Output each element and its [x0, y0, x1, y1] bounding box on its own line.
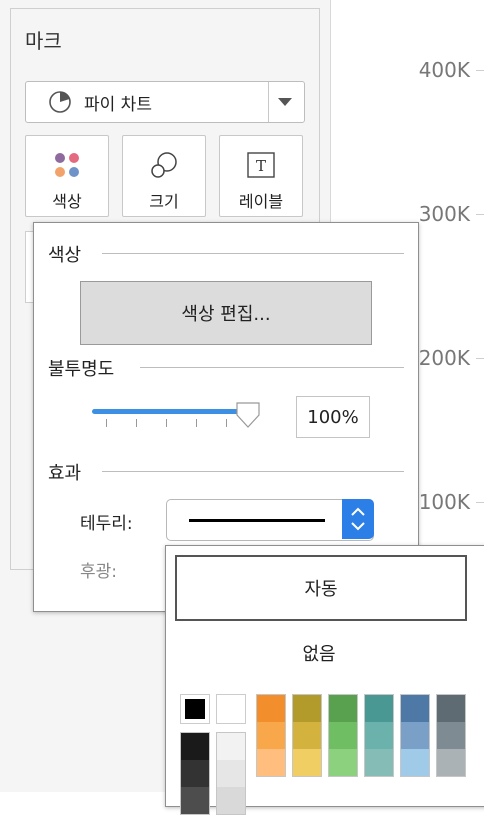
axis-tick-label: 400K [418, 58, 470, 82]
svg-text:T: T [256, 157, 266, 175]
color-swatch[interactable] [181, 760, 209, 787]
size-property-label: 크기 [149, 192, 179, 211]
updown-chevron-icon[interactable] [342, 499, 374, 539]
color-swatch[interactable] [401, 695, 429, 722]
orange-color-column[interactable] [256, 694, 286, 777]
mark-type-dropdown[interactable]: 파이 차트 [25, 81, 305, 123]
axis-tick-label: 300K [418, 202, 470, 226]
axis-tick-label: 200K [418, 346, 470, 370]
slider-tick [196, 419, 197, 427]
opacity-slider-thumb[interactable] [234, 401, 262, 433]
opacity-slider-track[interactable] [92, 409, 248, 414]
section-divider [140, 367, 404, 368]
size-property-button[interactable]: 크기 [122, 135, 206, 217]
color-dots-icon [26, 150, 108, 180]
section-divider [102, 253, 404, 254]
color-property-label: 색상 [52, 192, 82, 211]
gray-color-column[interactable] [180, 732, 210, 815]
color-swatch[interactable] [293, 722, 321, 749]
label-property-label: 레이블 [238, 192, 284, 211]
teal-color-column[interactable] [364, 694, 394, 777]
automatic-color-button[interactable]: 자동 [175, 555, 467, 621]
slider-tick [136, 419, 137, 427]
color-swatch[interactable] [437, 695, 465, 722]
axis-tick-mark [476, 358, 484, 359]
border-select[interactable] [166, 499, 374, 541]
axis-tick-mark [476, 70, 484, 71]
color-swatch[interactable] [401, 722, 429, 749]
color-swatch[interactable] [365, 695, 393, 722]
color-swatch[interactable] [257, 722, 285, 749]
border-color-palette: 자동 없음 [165, 545, 484, 815]
color-property-button[interactable]: 색상 [25, 135, 109, 217]
color-swatch[interactable] [293, 749, 321, 776]
opacity-value-input[interactable]: 100% [296, 396, 370, 438]
size-circles-icon [123, 150, 205, 180]
no-color-option[interactable]: 없음 [166, 640, 472, 666]
color-swatch[interactable] [437, 722, 465, 749]
slider-tick [226, 419, 227, 427]
edit-colors-button[interactable]: 색상 편집... [80, 281, 372, 345]
color-swatch[interactable] [401, 749, 429, 776]
effects-section-title: 효과 [48, 463, 82, 484]
slider-tick [166, 419, 167, 427]
axis-tick-mark [476, 502, 484, 503]
color-swatch-white[interactable] [216, 694, 246, 724]
blue-color-column[interactable] [400, 694, 430, 777]
text-T-icon: T [220, 150, 302, 180]
color-swatch[interactable] [217, 787, 245, 814]
green-color-column[interactable] [328, 694, 358, 777]
label-property-button[interactable]: T 레이블 [219, 135, 303, 217]
border-label: 테두리: [80, 514, 133, 534]
slate-color-column[interactable] [436, 694, 466, 777]
color-swatch[interactable] [257, 749, 285, 776]
color-swatch[interactable] [181, 787, 209, 814]
color-swatch[interactable] [329, 695, 357, 722]
color-section-title: 색상 [48, 245, 82, 266]
color-swatch[interactable] [217, 733, 245, 760]
color-swatch[interactable] [365, 749, 393, 776]
color-swatch[interactable] [329, 749, 357, 776]
section-divider [102, 471, 404, 472]
color-swatch[interactable] [257, 695, 285, 722]
color-swatch[interactable] [329, 722, 357, 749]
color-swatch[interactable] [181, 733, 209, 760]
color-swatch-black[interactable] [180, 694, 210, 724]
light-color-column[interactable] [216, 732, 246, 815]
chevron-down-icon[interactable] [278, 98, 292, 106]
swatch-fill [185, 699, 205, 719]
dropdown-divider [268, 82, 269, 122]
mark-type-label: 파이 차트 [84, 95, 152, 115]
slider-tick [106, 419, 107, 427]
axis-tick-label: 100K [418, 490, 470, 514]
color-swatch[interactable] [437, 749, 465, 776]
axis-tick-mark [476, 214, 484, 215]
marks-title: 마크 [25, 29, 62, 53]
color-swatch[interactable] [217, 760, 245, 787]
color-swatch[interactable] [293, 695, 321, 722]
pie-chart-icon [48, 90, 72, 118]
olive-color-column[interactable] [292, 694, 322, 777]
opacity-section-title: 불투명도 [48, 359, 115, 380]
halo-label: 후광: [80, 562, 118, 582]
border-line-preview [189, 519, 325, 522]
color-swatch[interactable] [365, 722, 393, 749]
